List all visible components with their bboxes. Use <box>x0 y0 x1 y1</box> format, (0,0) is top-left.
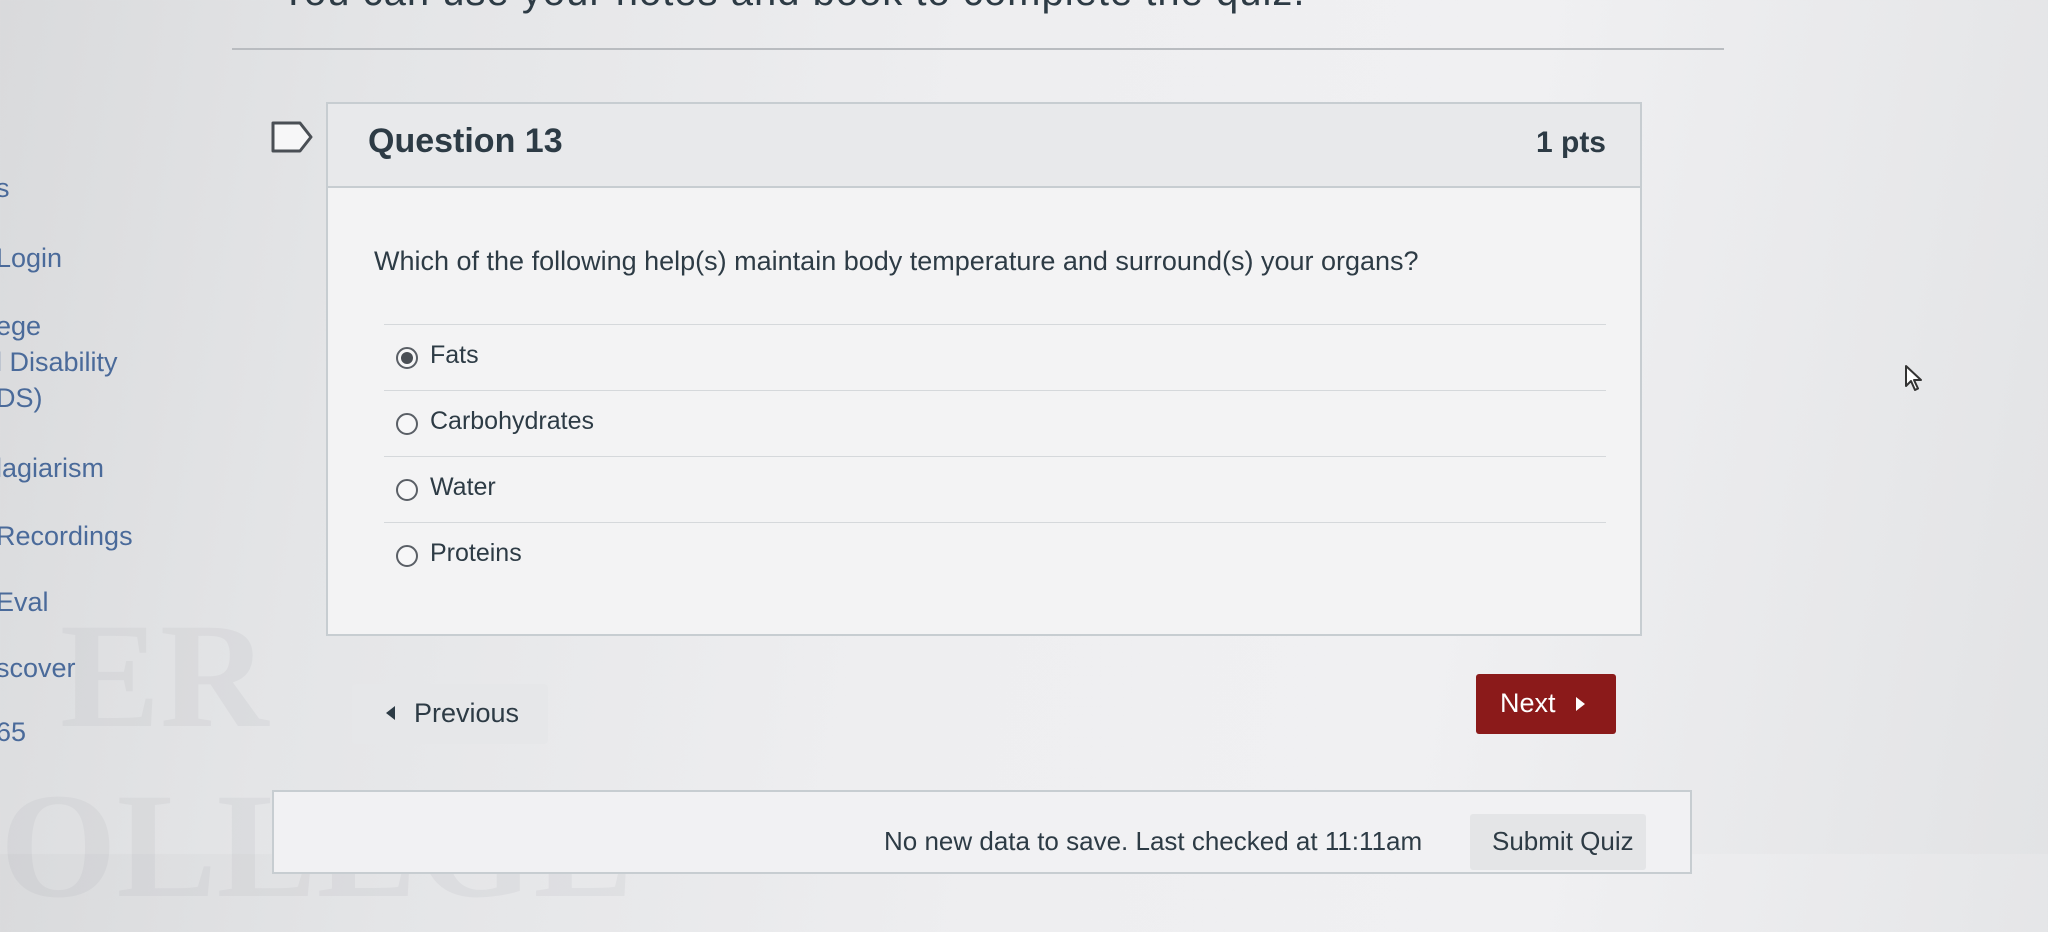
question-title: Question 13 <box>368 122 563 160</box>
instruction-note: You can use your notes and book to compl… <box>280 0 1306 15</box>
question-card: Question 13 1 pts Which of the following… <box>326 102 1642 636</box>
sidebar-item-plagiarism[interactable]: lagiarism <box>0 452 104 484</box>
mouse-pointer-icon <box>1905 365 1922 391</box>
sidebar-item-discover[interactable]: scover <box>0 652 76 684</box>
next-label: Next <box>1500 688 1556 718</box>
answer-label: Fats <box>430 341 479 369</box>
previous-label: Previous <box>414 698 520 728</box>
caret-left-icon <box>386 706 395 720</box>
answer-label: Carbohydrates <box>430 407 594 435</box>
radio-icon[interactable] <box>396 413 418 435</box>
question-points: 1 pts <box>1535 126 1606 159</box>
sidebar-item-recordings[interactable]: Recordings <box>0 520 133 552</box>
quiz-footer: No new data to save. Last checked at 11:… <box>272 790 1692 874</box>
sidebar-item-login[interactable]: Login <box>0 242 62 274</box>
submit-quiz-button[interactable]: Submit Quiz <box>1470 814 1646 870</box>
divider <box>232 48 1724 50</box>
submit-label: Submit Quiz <box>1492 826 1634 856</box>
answer-label: Water <box>430 473 496 501</box>
flag-icon[interactable] <box>270 120 314 154</box>
answer-label: Proteins <box>430 539 522 567</box>
sidebar-item-disability-services[interactable]: DS) <box>0 382 43 414</box>
sidebar-item-65[interactable]: 65 <box>0 716 26 748</box>
sidebar-item[interactable]: s <box>0 172 10 204</box>
sidebar-item-eval[interactable]: Eval <box>0 586 49 618</box>
next-button[interactable]: Next <box>1476 674 1616 734</box>
caret-right-icon <box>1576 697 1585 711</box>
radio-icon[interactable] <box>396 545 418 567</box>
previous-button[interactable]: Previous <box>352 684 548 744</box>
college-watermark: ER <box>60 593 269 759</box>
answer-option[interactable]: Proteins <box>384 522 1606 589</box>
radio-icon[interactable] <box>396 347 418 369</box>
radio-icon[interactable] <box>396 479 418 501</box>
answer-option[interactable]: Water <box>384 456 1606 523</box>
question-header: Question 13 1 pts <box>328 104 1640 188</box>
sidebar-item-disability[interactable]: l Disability <box>0 346 118 378</box>
save-status: No new data to save. Last checked at 11:… <box>884 826 1423 856</box>
question-text: Which of the following help(s) maintain … <box>374 246 1419 276</box>
sidebar-item-college[interactable]: ege <box>0 310 41 342</box>
answer-option[interactable]: Carbohydrates <box>384 390 1606 457</box>
answer-option[interactable]: Fats <box>384 324 1606 391</box>
